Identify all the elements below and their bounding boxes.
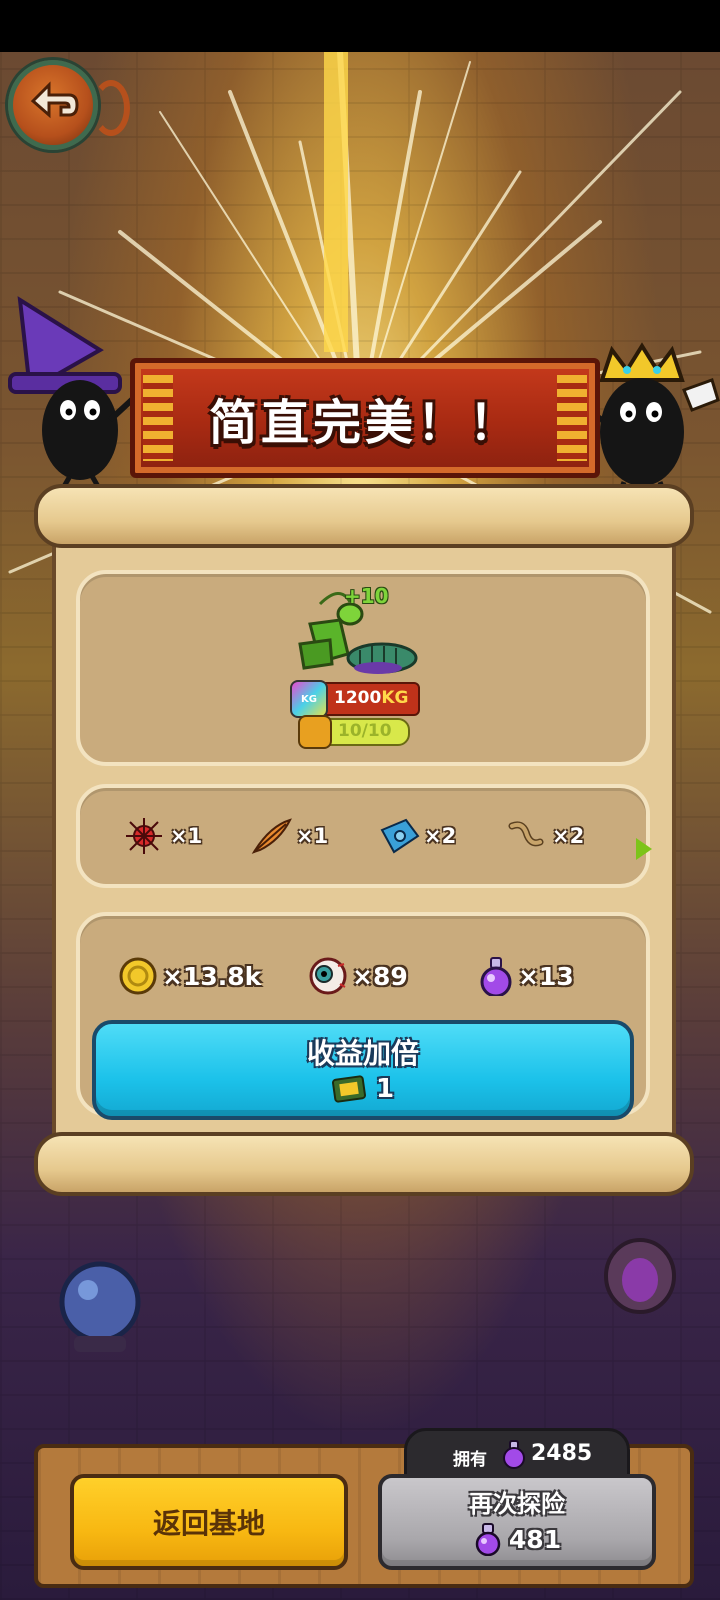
- back-button-handle: [92, 80, 130, 136]
- return-to-base-label: 返回基地: [152, 1507, 265, 1540]
- purple-potion-icon: [475, 1523, 501, 1556]
- status-bar: [0, 0, 720, 52]
- double-rewards-cost-value: 1: [375, 1074, 395, 1104]
- weight-value: 1200KG: [334, 688, 408, 708]
- result-title: 简直完美！！: [208, 395, 521, 451]
- loot-item-count: ×2: [552, 824, 585, 848]
- reward-item: ×13.8k: [118, 954, 261, 998]
- purple-potion-icon: [480, 957, 512, 996]
- red-spider-icon: [126, 818, 162, 854]
- owned-label: 拥有: [453, 1450, 487, 1470]
- loot-item-count: ×1: [296, 824, 329, 848]
- blue-gear-chip-icon: [380, 818, 420, 854]
- back-button[interactable]: [8, 60, 98, 150]
- weight-badge: KG 1200KG: [290, 680, 420, 718]
- explore-again-cost-value: 481: [508, 1524, 562, 1554]
- loot-item: ×2: [378, 816, 456, 856]
- stamina-bar: 10/10: [298, 715, 410, 749]
- explore-again-cost: 481: [382, 1522, 652, 1556]
- scroll-top-roll: [34, 484, 694, 548]
- explore-again-button[interactable]: 再次探险 481: [378, 1474, 656, 1570]
- loot-item-count: ×1: [170, 824, 203, 848]
- reward-count: ×13.8k: [162, 961, 262, 991]
- weight-kg-icon: KG: [290, 680, 328, 718]
- return-to-base-button[interactable]: 返回基地: [70, 1474, 348, 1570]
- explore-again-label: 再次探险: [469, 1490, 565, 1518]
- owned-value: 2485: [531, 1441, 593, 1466]
- scroll-bottom-roll: [34, 1132, 694, 1196]
- feather-icon: [251, 818, 292, 854]
- loot-item: ×1: [124, 816, 202, 856]
- loot-item: ×2: [506, 816, 584, 856]
- double-rewards-label: 收益加倍: [306, 1037, 419, 1070]
- stamina-face-icon: [298, 715, 332, 749]
- gold-coin-icon: [119, 957, 157, 995]
- level-gain-label: +10: [344, 584, 389, 608]
- result-banner: 简直完美！！: [130, 358, 600, 478]
- double-rewards-button[interactable]: 收益加倍 1: [92, 1020, 634, 1120]
- loot-item-count: ×2: [424, 824, 457, 848]
- reward-count: ×13: [518, 961, 574, 991]
- ticket-icon: [331, 1075, 366, 1103]
- worm-icon: [508, 821, 544, 847]
- weight-unit: KG: [381, 688, 409, 708]
- weight-number: 1200: [334, 688, 382, 708]
- stamina-value: 10/10: [338, 721, 392, 741]
- reward-item: ×89: [308, 954, 408, 998]
- reward-item: ×13: [478, 954, 574, 998]
- next-items-arrow-icon[interactable]: [636, 838, 652, 860]
- double-rewards-cost: 1: [96, 1074, 630, 1104]
- purple-potion-icon: [503, 1440, 525, 1469]
- back-arrow-icon: [30, 81, 79, 119]
- loot-item: ×1: [250, 816, 328, 856]
- witch-bug-character: [8, 296, 150, 490]
- reward-count: ×89: [352, 961, 408, 991]
- nest-decor: [604, 1238, 676, 1314]
- eyeball-icon: [309, 957, 347, 995]
- crystal-ball-decor: [59, 1261, 141, 1352]
